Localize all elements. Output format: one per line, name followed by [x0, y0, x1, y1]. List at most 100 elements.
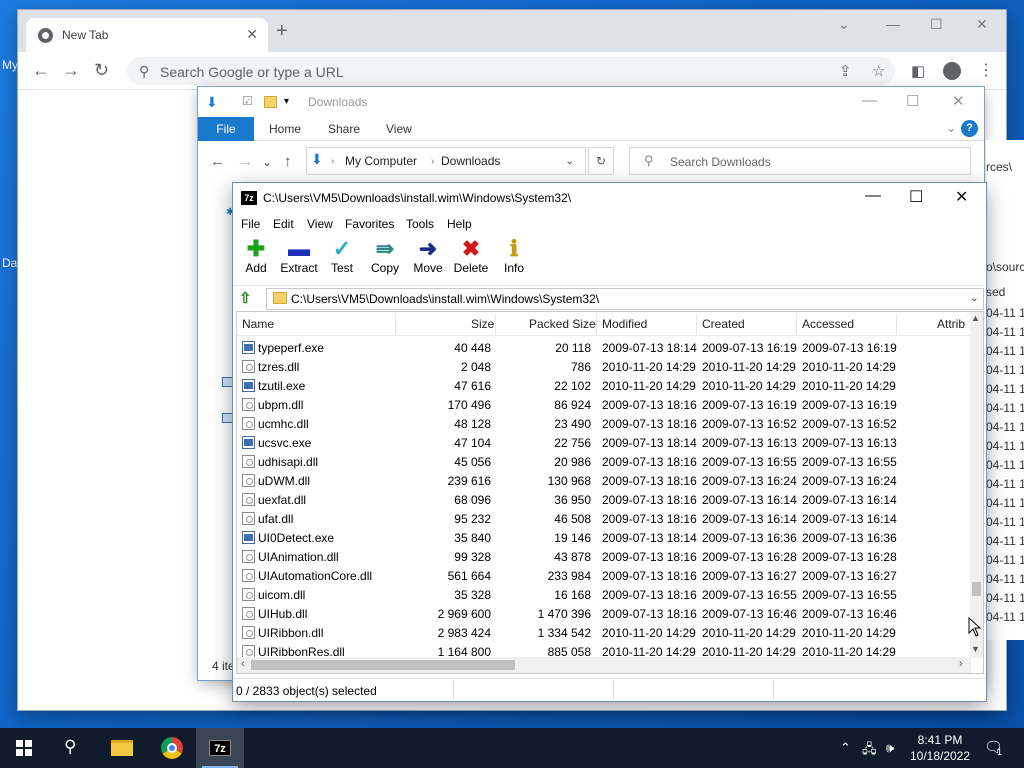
column-header-attrib[interactable]: Attrib — [937, 317, 965, 331]
toolbar-test-button[interactable]: ✓ Test — [319, 235, 365, 281]
back-icon[interactable]: ← — [210, 153, 225, 170]
refresh-icon[interactable]: ↻ — [588, 147, 614, 175]
scroll-up-icon[interactable]: ▲ — [971, 313, 980, 323]
properties-icon[interactable]: ☑ — [242, 94, 253, 108]
close-window-button[interactable]: ✕ — [952, 92, 965, 110]
table-row[interactable]: UIRibbon.dll 2 983 424 1 334 542 2010-11-20… — [237, 623, 971, 642]
table-row[interactable]: tzres.dll 2 048 786 2010-11-20 14:29 2010-11… — [237, 357, 971, 376]
toolbar-extract-button[interactable]: ▬ Extract — [276, 235, 322, 281]
clock[interactable]: 8:41 PM 10/18/2022 — [902, 732, 978, 764]
column-header-modified[interactable]: Modified — [602, 317, 647, 331]
toolbar-add-button[interactable]: ✚ Add — [233, 235, 279, 281]
toolbar-info-button[interactable]: ℹ Info — [491, 235, 537, 281]
column-header-accessed[interactable]: Accessed — [802, 317, 854, 331]
minimize-button[interactable]: — — [862, 92, 877, 109]
quick-access-dropdown-icon[interactable]: ▾ — [284, 96, 289, 107]
up-folder-icon[interactable]: ⇧ — [239, 289, 252, 307]
ribbon-tab-view[interactable]: View — [386, 122, 412, 136]
reload-icon[interactable]: ↻ — [94, 60, 109, 81]
table-row[interactable]: ucmhc.dll 48 128 23 490 2009-07-13 18:16 200… — [237, 414, 971, 433]
close-tab-icon[interactable]: ✕ — [246, 26, 258, 43]
minimize-button[interactable]: — — [886, 16, 900, 32]
maximize-button[interactable]: ☐ — [930, 16, 943, 33]
toolbar-copy-button[interactable]: ⇛ Copy — [362, 235, 408, 281]
search-input[interactable]: ⚲ Search Downloads — [629, 147, 971, 175]
help-icon[interactable]: ? — [961, 120, 978, 137]
table-row[interactable]: tzutil.exe 47 616 22 102 2010-11-20 14:29 20… — [237, 376, 971, 395]
ribbon-tab-share[interactable]: Share — [328, 122, 360, 136]
toolbar-move-button[interactable]: ➜ Move — [405, 235, 451, 281]
expand-ribbon-icon[interactable]: ⌄ — [946, 121, 956, 135]
toolbar-delete-button[interactable]: ✖ Delete — [448, 235, 494, 281]
close-window-button[interactable]: ✕ — [955, 187, 968, 207]
menu-favorites[interactable]: Favorites — [345, 217, 394, 231]
scroll-left-icon[interactable]: ‹ — [241, 658, 245, 670]
back-icon[interactable]: ← — [32, 60, 50, 81]
menu-help[interactable]: Help — [447, 217, 472, 231]
scroll-down-icon[interactable]: ▼ — [971, 644, 980, 654]
path-combobox[interactable]: C:\Users\VM5\Downloads\install.wim\Windo… — [266, 288, 984, 310]
omnibox[interactable]: ⚲ Search Google or type a URL ⇪ ☆ — [127, 57, 895, 85]
table-row[interactable]: ucsvc.exe 47 104 22 756 2009-07-13 18:14 200… — [237, 433, 971, 452]
vertical-scrollbar[interactable]: ▲ ▼ — [970, 312, 983, 658]
ribbon-tab-home[interactable]: Home — [269, 122, 301, 136]
column-header-created[interactable]: Created — [702, 317, 745, 331]
minimize-button[interactable]: — — [865, 187, 881, 205]
new-tab-button[interactable]: + — [276, 20, 288, 43]
scrollbar-thumb[interactable] — [251, 660, 515, 670]
table-row[interactable]: uicom.dll 35 328 16 168 2009-07-13 18:16 200… — [237, 585, 971, 604]
forward-icon[interactable]: → — [62, 60, 80, 81]
more-menu-icon[interactable]: ⋮ — [978, 60, 994, 80]
desktop-icon-label[interactable]: Da — [2, 256, 17, 270]
maximize-button[interactable]: ☐ — [909, 187, 923, 207]
column-header-packed-size[interactable]: Packed Size — [529, 317, 596, 331]
menu-file[interactable]: File — [241, 217, 260, 231]
bookmark-star-icon[interactable]: ☆ — [872, 62, 885, 80]
table-row[interactable]: uDWM.dll 239 616 130 968 2009-07-13 18:16 20… — [237, 471, 971, 490]
table-row[interactable]: UIAnimation.dll 99 328 43 878 2009-07-13 18… — [237, 547, 971, 566]
show-hidden-icons-icon[interactable]: ⌃ — [840, 740, 851, 756]
scrollbar-thumb[interactable] — [972, 582, 981, 596]
breadcrumb-item[interactable]: My Computer — [345, 154, 417, 168]
horizontal-scrollbar[interactable]: ‹ › — [237, 657, 971, 673]
start-button[interactable] — [0, 728, 48, 768]
taskbar-chrome[interactable] — [148, 728, 196, 768]
volume-icon[interactable]: 🕪 — [886, 740, 894, 756]
network-icon[interactable]: 🖧 — [862, 740, 877, 762]
table-row[interactable]: UIAutomationCore.dll 561 664 233 984 2009-0… — [237, 566, 971, 585]
recent-locations-icon[interactable]: ⌄ — [262, 155, 272, 169]
taskbar-7zip[interactable]: 7z — [196, 728, 244, 768]
chrome-tab-new-tab[interactable]: New Tab ✕ — [26, 18, 268, 52]
maximize-button[interactable]: ☐ — [906, 92, 919, 110]
omnibox-placeholder[interactable]: Search Google or type a URL — [160, 64, 344, 80]
share-icon[interactable]: ⇪ — [839, 62, 852, 80]
menu-view[interactable]: View — [307, 217, 333, 231]
scroll-right-icon[interactable]: › — [959, 658, 963, 670]
tab-search-icon[interactable]: ⌄ — [838, 16, 850, 33]
menu-tools[interactable]: Tools — [406, 217, 434, 231]
ribbon-tab-file[interactable]: File — [198, 117, 254, 141]
folder-icon[interactable] — [264, 96, 277, 108]
table-row[interactable]: udhisapi.dll 45 056 20 986 2009-07-13 18:16… — [237, 452, 971, 471]
breadcrumb[interactable]: ⬇ › My Computer › Downloads ⌄ — [306, 147, 586, 175]
profile-avatar-icon[interactable] — [943, 62, 961, 80]
table-row[interactable]: ubpm.dll 170 496 86 924 2009-07-13 18:16 200… — [237, 395, 971, 414]
side-panel-icon[interactable]: ◧ — [911, 62, 925, 80]
column-header-name[interactable]: Name — [242, 317, 274, 331]
close-window-button[interactable]: ✕ — [976, 16, 988, 33]
path-text[interactable]: C:\Users\VM5\Downloads\install.wim\Windo… — [291, 292, 599, 306]
menu-edit[interactable]: Edit — [273, 217, 294, 231]
chevron-down-icon[interactable]: ⌄ — [565, 154, 574, 167]
table-row[interactable]: UIHub.dll 2 969 600 1 470 396 2009-07-13 18… — [237, 604, 971, 623]
column-header-size[interactable]: Size — [471, 317, 494, 331]
chevron-down-icon[interactable]: ⌄ — [970, 291, 979, 304]
breadcrumb-item[interactable]: Downloads — [441, 154, 500, 168]
taskbar-file-explorer[interactable] — [98, 728, 146, 768]
table-row[interactable]: ufat.dll 95 232 46 508 2009-07-13 18:16 2009… — [237, 509, 971, 528]
table-row[interactable]: uexfat.dll 68 096 36 950 2009-07-13 18:16 20… — [237, 490, 971, 509]
desktop-icon-label[interactable]: My — [2, 58, 18, 72]
table-row[interactable]: typeperf.exe 40 448 20 118 2009-07-13 18:14… — [237, 338, 971, 357]
forward-icon[interactable]: → — [238, 153, 253, 170]
search-button[interactable]: ⚲ — [48, 728, 96, 768]
up-icon[interactable]: ↑ — [284, 153, 292, 170]
